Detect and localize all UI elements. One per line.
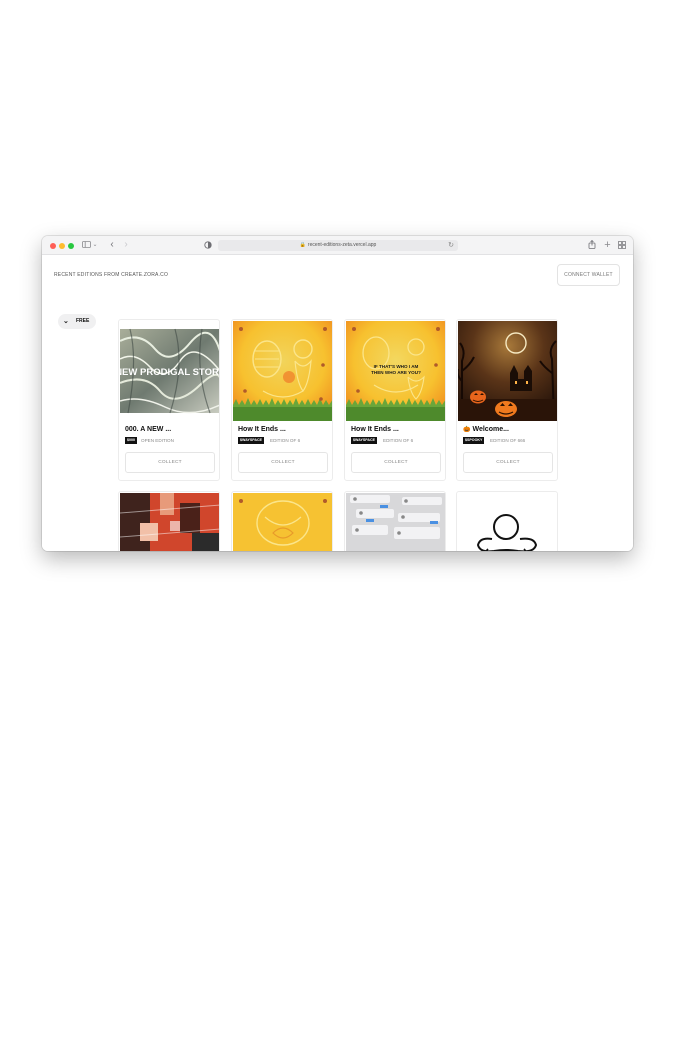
page-content: RECENT EDITIONS FROM CREATE.ZORA.CO CONN… <box>42 255 633 551</box>
card-title: How It Ends ... <box>351 426 399 433</box>
artwork-image: IF THAT'S WHO I AM THEN WHO ARE YOU? <box>346 321 445 421</box>
artwork-image <box>233 493 332 551</box>
shield-icon[interactable] <box>204 239 213 251</box>
edition-card[interactable]: 🎃 Welcome... $SPOOKY EDITION OF 666 COLLE… <box>456 319 558 481</box>
edition-card[interactable] <box>456 491 558 551</box>
back-icon[interactable]: ‹ <box>108 239 116 251</box>
card-title: 🎃 Welcome... <box>463 426 509 433</box>
browser-toolbar: ⌄ ‹ › 🔒 recent-editions-zeta.vercel.app ↻… <box>42 236 633 255</box>
token-badge: $WAYSPACE <box>238 437 264 444</box>
artwork-image <box>233 321 332 421</box>
forward-icon[interactable]: › <box>122 239 130 251</box>
collect-button[interactable]: COLLECT <box>463 452 553 473</box>
reload-icon[interactable]: ↻ <box>448 240 454 251</box>
token-badge: $000 <box>125 437 137 444</box>
token-badge: $WAYSPACE <box>351 437 377 444</box>
token-badge: $SPOOKY <box>463 437 485 444</box>
card-title: 000. A NEW ... <box>125 426 172 433</box>
edition-card[interactable] <box>344 491 446 551</box>
edition-card[interactable]: How It Ends ... $WAYSPACE EDITION OF 6 C… <box>231 319 333 481</box>
sidebar-icon[interactable] <box>82 239 91 251</box>
collect-button[interactable]: COLLECT <box>351 452 441 473</box>
artwork-caption: THEN WHO ARE YOU? <box>371 370 421 375</box>
artwork-image <box>458 493 557 551</box>
tab-overview-icon[interactable] <box>618 239 627 251</box>
share-icon[interactable] <box>588 239 597 251</box>
edition-card[interactable]: IF THAT'S WHO I AM THEN WHO ARE YOU? How… <box>344 319 446 481</box>
artwork-image <box>120 493 219 551</box>
url-text: recent-editions-zeta.vercel.app <box>307 242 377 248</box>
edition-card[interactable] <box>118 491 220 551</box>
edition-size: EDITION OF 666 <box>490 438 526 443</box>
edition-card[interactable]: NEW PRODIGAL STORY 000. A NEW ... $000 O… <box>118 319 220 481</box>
address-bar[interactable]: 🔒 recent-editions-zeta.vercel.app ↻ <box>218 240 458 251</box>
card-title-text: Welcome... <box>472 426 509 433</box>
new-tab-icon[interactable]: + <box>603 239 612 251</box>
close-window-button[interactable] <box>50 243 56 249</box>
filter-label: FREE <box>76 318 90 324</box>
artwork-image: NEW PRODIGAL STORY <box>120 321 220 421</box>
chevron-down-icon[interactable]: ⌄ <box>92 239 98 251</box>
pumpkin-icon: 🎃 <box>463 427 471 433</box>
browser-window: ⌄ ‹ › 🔒 recent-editions-zeta.vercel.app ↻… <box>42 236 633 551</box>
free-filter-toggle[interactable]: ⌄ FREE <box>58 314 96 329</box>
edition-size: EDITION OF 6 <box>383 438 414 443</box>
minimize-window-button[interactable] <box>59 243 65 249</box>
edition-size: EDITION OF 6 <box>270 438 301 443</box>
lock-icon: 🔒 <box>299 242 306 248</box>
edition-card[interactable] <box>231 491 333 551</box>
collect-button[interactable]: COLLECT <box>238 452 328 473</box>
collect-button[interactable]: COLLECT <box>125 452 215 473</box>
artwork-caption: IF THAT'S WHO I AM <box>374 364 419 369</box>
zoom-window-button[interactable] <box>68 243 74 249</box>
artwork-image <box>346 493 445 551</box>
artwork-image <box>458 321 557 421</box>
artwork-caption: NEW PRODIGAL STORY <box>120 367 220 378</box>
connect-wallet-button[interactable]: CONNECT WALLET <box>557 264 620 286</box>
edition-size: OPEN EDITION <box>141 438 174 443</box>
chevron-down-icon: ⌄ <box>63 318 69 325</box>
card-title: How It Ends ... <box>238 426 286 433</box>
page-title: RECENT EDITIONS FROM CREATE.ZORA.CO <box>54 272 169 278</box>
